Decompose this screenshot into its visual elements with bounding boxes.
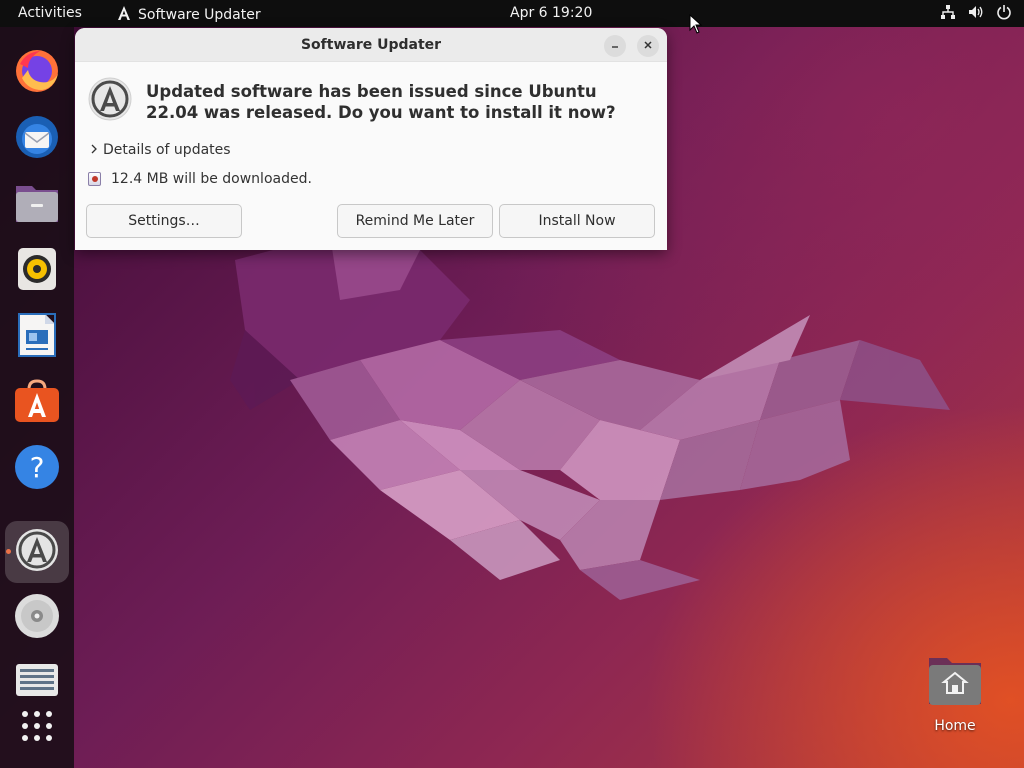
software-updater-dialog: Software Updater Updated software has be…: [75, 28, 667, 250]
dock-show-apps[interactable]: [5, 697, 69, 759]
dock-rhythmbox[interactable]: [5, 240, 69, 302]
clock[interactable]: Apr 6 19:20: [510, 5, 592, 21]
home-folder-icon: [925, 658, 985, 712]
chevron-right-icon: [90, 142, 98, 158]
updater-app-icon: [116, 5, 132, 25]
system-tray[interactable]: [940, 4, 1012, 20]
dock-disc[interactable]: [5, 587, 69, 649]
help-icon: ?: [14, 444, 60, 494]
disc-icon: [14, 593, 60, 643]
software-updater-logo-icon: [87, 76, 133, 126]
minimize-button[interactable]: [604, 35, 626, 57]
app-menu-label: Software Updater: [138, 7, 261, 23]
mouse-cursor-icon: [689, 13, 703, 38]
details-label: Details of updates: [103, 142, 231, 158]
updater-icon: [14, 527, 60, 577]
package-icon: [88, 172, 101, 186]
power-icon[interactable]: [996, 4, 1012, 20]
install-now-button[interactable]: Install Now: [499, 204, 655, 238]
home-label: Home: [934, 718, 976, 734]
rhythmbox-icon: [17, 247, 57, 295]
thunderbird-icon: [13, 113, 61, 165]
dock-software-updater[interactable]: [5, 521, 69, 583]
firefox-icon: [14, 48, 60, 98]
writer-icon: [17, 312, 57, 362]
top-bar: Activities Software Updater Apr 6 19:20: [0, 0, 1024, 27]
dock: ?: [0, 27, 74, 768]
software-icon: [14, 379, 60, 427]
volume-icon[interactable]: [968, 4, 984, 20]
minimize-icon: [610, 39, 620, 53]
trash-icon: [14, 662, 60, 702]
dock-help[interactable]: ?: [5, 438, 69, 500]
app-grid-icon: [20, 709, 54, 747]
download-size-info: 12.4 MB will be downloaded.: [88, 171, 312, 187]
settings-button[interactable]: Settings…: [86, 204, 242, 238]
remind-me-later-button[interactable]: Remind Me Later: [337, 204, 493, 238]
dock-firefox[interactable]: [5, 42, 69, 104]
download-size-label: 12.4 MB will be downloaded.: [111, 171, 312, 187]
activities-button[interactable]: Activities: [18, 5, 82, 21]
network-icon[interactable]: [940, 4, 956, 20]
close-button[interactable]: [637, 35, 659, 57]
dock-software[interactable]: [5, 372, 69, 434]
details-expander[interactable]: Details of updates: [90, 142, 231, 158]
dialog-titlebar[interactable]: Software Updater: [75, 28, 667, 62]
dock-writer[interactable]: [5, 306, 69, 368]
close-icon: [643, 39, 653, 53]
dialog-title: Software Updater: [300, 37, 442, 53]
svg-text:?: ?: [30, 451, 45, 484]
files-icon: [14, 182, 60, 228]
dock-files[interactable]: [5, 174, 69, 236]
dialog-headline: Updated software has been issued since U…: [146, 82, 616, 122]
app-menu[interactable]: Software Updater: [116, 5, 261, 25]
desktop-home-icon[interactable]: Home: [924, 654, 986, 734]
dock-thunderbird[interactable]: [5, 108, 69, 170]
